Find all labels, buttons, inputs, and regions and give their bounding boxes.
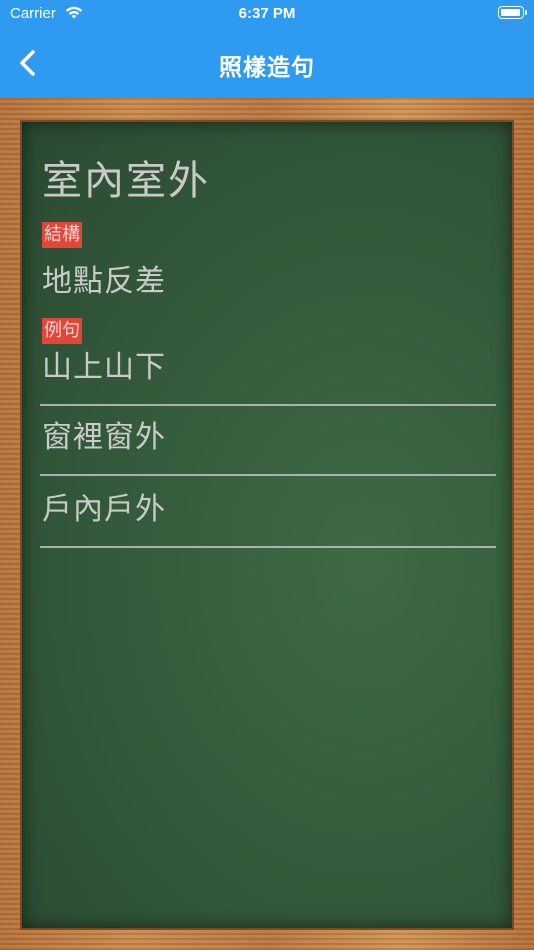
structure-tag: 結構 bbox=[42, 222, 82, 248]
battery-icon bbox=[498, 6, 527, 19]
structure-value: 地點反差 bbox=[42, 264, 166, 299]
idiom-title: 室內室外 bbox=[42, 158, 210, 204]
page-title: 照樣造句 bbox=[219, 55, 315, 81]
example-text: 山上山下 bbox=[42, 350, 166, 385]
example-text: 戶內戶外 bbox=[42, 492, 166, 527]
status-time: 6:37 PM bbox=[238, 5, 296, 22]
status-bar: Carrier 6:37 PM bbox=[0, 0, 534, 28]
example-item: 山上山下 bbox=[40, 336, 496, 406]
divider bbox=[40, 546, 496, 548]
navigation-bar: 照樣造句 bbox=[0, 28, 534, 98]
chalkboard: 室內室外 結構 地點反差 例句 山上山下 窗裡窗外 戶內戶外 bbox=[20, 120, 514, 930]
divider bbox=[40, 474, 496, 476]
example-item: 窗裡窗外 bbox=[40, 406, 496, 476]
example-text: 窗裡窗外 bbox=[42, 420, 166, 455]
example-item: 戶內戶外 bbox=[40, 478, 496, 548]
